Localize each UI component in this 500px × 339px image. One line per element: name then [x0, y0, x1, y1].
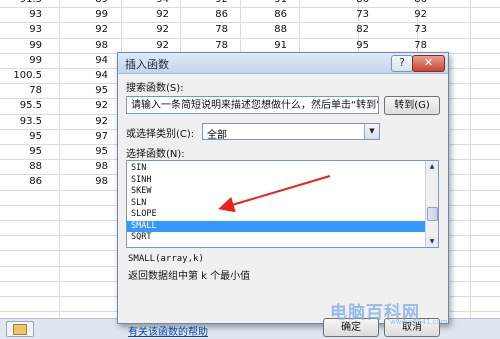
sheet-cell[interactable]: 78: [198, 38, 228, 53]
sheet-cell[interactable]: 92: [139, 38, 169, 53]
sheet-cell[interactable]: 98: [78, 38, 108, 53]
sheet-cell[interactable]: 88: [12, 159, 42, 174]
sheet-cell[interactable]: 73: [397, 22, 427, 37]
sheet-cell[interactable]: 86: [198, 7, 228, 22]
sheet-cell[interactable]: 97: [78, 129, 108, 144]
function-list-item[interactable]: SQRT: [127, 232, 427, 243]
sheet-cell[interactable]: 86: [12, 174, 42, 189]
sheet-cell[interactable]: 94: [78, 53, 108, 68]
goto-button[interactable]: 转到(G): [384, 96, 440, 115]
dialog-body: 搜索函数(S): 请输入一条简短说明来描述您想做什么，然后单击“转到” 转到(G…: [118, 74, 448, 338]
cancel-button[interactable]: 取消: [384, 318, 440, 337]
category-label: 或选择类别(C):: [126, 129, 195, 140]
sheet-cell[interactable]: 78: [12, 83, 42, 98]
sheet-cell[interactable]: 98: [78, 174, 108, 189]
function-list-item[interactable]: SMALL: [127, 220, 427, 232]
sheet-row: 93 99 92 86 86 73 92: [0, 7, 500, 22]
sheet-row: 93 92 92 78 88 82 73: [0, 22, 500, 37]
sheet-tab-icon: [13, 324, 27, 335]
insert-function-dialog: 插入函数 ? ✕ 搜索函数(S): 请输入一条简短说明来描述您想做什么，然后单击…: [117, 52, 449, 338]
chevron-down-icon[interactable]: ▼: [364, 124, 379, 139]
sheet-tab[interactable]: [6, 321, 34, 337]
sheet-cell[interactable]: 91: [257, 0, 287, 7]
scrollbar-thumb[interactable]: [427, 207, 438, 221]
function-signature: SMALL(array,k): [128, 254, 204, 264]
sheet-cell[interactable]: 82: [339, 22, 369, 37]
function-list-scrollbar[interactable]: ▲ ▼: [425, 161, 438, 247]
scroll-up-icon[interactable]: ▲: [426, 161, 438, 172]
function-list-item[interactable]: SIN: [127, 163, 427, 174]
ok-button[interactable]: 确定: [323, 318, 379, 337]
sheet-cell[interactable]: 91.5: [12, 0, 42, 7]
dialog-titlebar[interactable]: 插入函数 ? ✕: [118, 53, 448, 74]
category-select[interactable]: 全部 ▼: [202, 123, 380, 141]
sheet-row: 91.5 89 94 92 91 86 86: [0, 0, 500, 7]
sheet-cell[interactable]: 95: [78, 144, 108, 159]
sheet-cell[interactable]: 94: [78, 68, 108, 83]
sheet-cell[interactable]: 88: [257, 22, 287, 37]
sheet-cell[interactable]: 93: [12, 22, 42, 37]
sheet-cell[interactable]: 92: [78, 22, 108, 37]
sheet-cell[interactable]: 92: [397, 7, 427, 22]
function-list-item[interactable]: SLOPE: [127, 209, 427, 220]
sheet-cell[interactable]: 86: [397, 0, 427, 7]
sheet-cell[interactable]: 99: [12, 38, 42, 53]
function-help-link[interactable]: 有关该函数的帮助: [128, 323, 208, 338]
sheet-cell[interactable]: 92: [139, 22, 169, 37]
sheet-row: 99 98 92 78 91 95 78: [0, 38, 500, 53]
sheet-cell[interactable]: 92: [78, 114, 108, 129]
category-value: 全部: [207, 130, 227, 141]
sheet-cell[interactable]: 99: [12, 53, 42, 68]
sheet-cell[interactable]: 89: [78, 0, 108, 7]
sheet-cell[interactable]: 91: [257, 38, 287, 53]
sheet-cell[interactable]: 94: [139, 0, 169, 7]
sheet-cell[interactable]: 73: [339, 7, 369, 22]
sheet-cell[interactable]: 78: [397, 38, 427, 53]
function-description: 返回数据组中第 k 个最小值: [128, 271, 251, 282]
search-label: 搜索函数(S):: [126, 83, 184, 94]
sheet-cell[interactable]: 95: [12, 144, 42, 159]
search-input[interactable]: 请输入一条简短说明来描述您想做什么，然后单击“转到”: [126, 96, 379, 114]
sheet-cell[interactable]: 100.5: [12, 68, 42, 83]
sheet-cell[interactable]: 78: [198, 22, 228, 37]
function-list-item[interactable]: SKEW: [127, 186, 427, 197]
sheet-cell[interactable]: 99: [78, 7, 108, 22]
function-list-label: 选择函数(N):: [126, 149, 185, 160]
function-list-item[interactable]: SINH: [127, 175, 427, 186]
function-list-item[interactable]: SLN: [127, 198, 427, 209]
sheet-cell[interactable]: 95: [12, 129, 42, 144]
help-button[interactable]: ?: [391, 55, 413, 72]
sheet-cell[interactable]: 86: [339, 0, 369, 7]
sheet-cell[interactable]: 86: [257, 7, 287, 22]
sheet-cell[interactable]: 92: [139, 7, 169, 22]
sheet-cell[interactable]: 93.5: [12, 114, 42, 129]
sheet-cell[interactable]: 95: [78, 83, 108, 98]
sheet-cell[interactable]: 93: [12, 7, 42, 22]
sheet-cell[interactable]: 92: [198, 0, 228, 7]
scroll-down-icon[interactable]: ▼: [426, 236, 438, 247]
sheet-cell[interactable]: 95.5: [12, 98, 42, 113]
sheet-cell[interactable]: 95: [339, 38, 369, 53]
sheet-cell[interactable]: 98: [78, 159, 108, 174]
function-list[interactable]: SIN SINH SKEW SLN SLOPE SMALL SQRT ▲ ▼: [126, 160, 439, 248]
sheet-cell[interactable]: 92: [78, 98, 108, 113]
close-button[interactable]: ✕: [412, 55, 445, 72]
dialog-title: 插入函数: [125, 58, 169, 71]
